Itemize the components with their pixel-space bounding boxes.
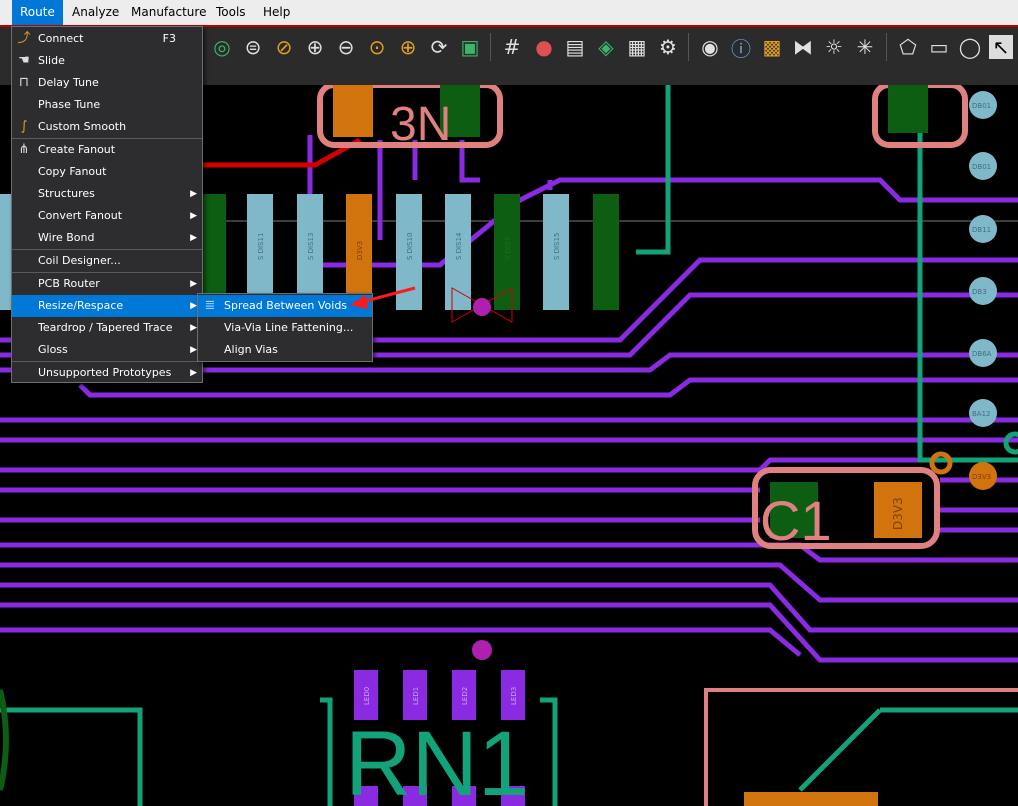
toolbar-separator: [886, 33, 887, 61]
zoom-out-icon[interactable]: ⊖: [334, 35, 358, 59]
refdes-rn1: RN1: [345, 713, 529, 806]
spread-voids-icon: ≣: [204, 298, 216, 313]
menu-item-connect[interactable]: ⤴ Connect F3: [12, 28, 202, 50]
spreadsheet-icon[interactable]: ▦: [625, 35, 649, 59]
component-c1[interactable]: C1 D3V3: [752, 467, 940, 552]
menu-item-coil-designer[interactable]: Coil Designer...: [12, 250, 202, 272]
submenu-item-spread-between-voids[interactable]: ≣ Spread Between Voids: [198, 295, 372, 317]
via-label: DB6A: [972, 350, 992, 358]
via-label: D3V3: [972, 473, 991, 481]
select-icon[interactable]: ↖: [989, 35, 1013, 59]
pad-label: S DIS13: [307, 233, 315, 260]
layers-stack-icon[interactable]: ◈: [594, 35, 618, 59]
via-label: DB01: [972, 163, 991, 171]
menu-item-phase-tune[interactable]: Phase Tune: [12, 94, 202, 116]
component-bottom-right[interactable]: [704, 688, 1018, 806]
submenu-arrow-icon: ▶: [190, 301, 197, 311]
redraw-icon[interactable]: ⟳: [427, 35, 451, 59]
menu-item-wire-bond[interactable]: Wire Bond ▶: [12, 227, 202, 249]
submenu-arrow-icon: ▶: [190, 323, 197, 333]
3d-view-icon[interactable]: ▩: [760, 35, 784, 59]
visibility-eye-icon[interactable]: ◉: [698, 35, 722, 59]
shadow-mode-icon[interactable]: ▤: [563, 35, 587, 59]
layer-bitmap-icon[interactable]: ▣: [458, 35, 482, 59]
via-label: DB01: [972, 102, 991, 110]
pad-label: LED0: [363, 687, 371, 705]
pad-label: S DIS10: [406, 233, 414, 260]
menu-tools[interactable]: Tools: [208, 0, 254, 25]
pad-label: S DIS7: [504, 237, 512, 260]
pad-label: LED1: [412, 687, 420, 705]
menu-help[interactable]: Help: [255, 0, 298, 25]
menu-item-delay-tune[interactable]: ⊓ Delay Tune: [12, 72, 202, 94]
zoom-area-icon[interactable]: ⊘: [272, 35, 296, 59]
submenu-arrow-icon: ▶: [190, 211, 197, 221]
property-info-icon[interactable]: ⓘ: [729, 35, 753, 61]
route-menu: ⤴ Connect F3 ☚ Slide ⊓ Delay Tune Phase …: [11, 26, 203, 383]
resize-respace-submenu: ≣ Spread Between Voids Via-Via Line Fatt…: [197, 293, 373, 362]
brightness-icon[interactable]: ☼: [822, 35, 846, 59]
menu-item-resize-respace[interactable]: Resize/Respace ▶: [12, 295, 202, 317]
settings-doc-icon[interactable]: ⚙: [656, 35, 680, 59]
submenu-arrow-icon: ▶: [190, 189, 197, 199]
submenu-item-align-vias[interactable]: Align Vias: [198, 339, 372, 361]
menu-item-copy-fanout[interactable]: Copy Fanout: [12, 161, 202, 183]
globe-icon[interactable]: ◎: [210, 35, 234, 59]
via-label: DB11: [972, 226, 991, 234]
menu-item-gloss[interactable]: Gloss ▶: [12, 339, 202, 361]
menu-item-teardrop[interactable]: Teardrop / Tapered Trace ▶: [12, 317, 202, 339]
menu-manufacture[interactable]: Manufacture: [123, 0, 214, 25]
pad-label: S DIS11: [257, 233, 265, 260]
custom-smooth-icon: ∫: [20, 119, 28, 134]
zoom-previous-icon[interactable]: ⊙: [365, 35, 389, 59]
menu-item-structures[interactable]: Structures ▶: [12, 183, 202, 205]
menu-analyze[interactable]: Analyze: [64, 0, 127, 25]
menu-item-convert-fanout[interactable]: Convert Fanout ▶: [12, 205, 202, 227]
submenu-arrow-icon: ▶: [190, 233, 197, 243]
submenu-arrow-icon: ▶: [190, 345, 197, 355]
via-column[interactable]: DB01 DB01 DB11 DB3 DB6A BA12 D3V3: [929, 91, 1018, 490]
submenu-arrow-icon: ▶: [190, 368, 197, 378]
fanout-icon: ⋔: [18, 142, 30, 157]
zoom-fit-icon[interactable]: ⊕: [396, 35, 420, 59]
pad-label: D3V3: [356, 241, 364, 260]
pad-label: LED3: [510, 687, 518, 705]
menu-bar: Route Analyze Manufacture Tools Help: [0, 0, 1018, 27]
slide-icon: ☚: [18, 53, 30, 68]
color-wheel-icon[interactable]: ●: [532, 35, 556, 59]
toolbar-separator: [688, 33, 689, 61]
left-arc: [0, 689, 9, 791]
submenu-arrow-icon: ▶: [190, 279, 197, 289]
grid-icon[interactable]: #: [500, 35, 524, 59]
refdes-c1: C1: [760, 489, 832, 552]
menu-item-pcb-router[interactable]: PCB Router ▶: [12, 273, 202, 295]
menu-item-custom-smooth[interactable]: ∫ Custom Smooth: [12, 116, 202, 138]
via-label: BA12: [972, 410, 991, 418]
toolbar-separator: [490, 33, 491, 61]
menu-item-slide[interactable]: ☚ Slide: [12, 50, 202, 72]
delay-tune-icon: ⊓: [18, 75, 30, 90]
add-circle-icon[interactable]: ◯: [958, 35, 982, 59]
zoom-selection-icon[interactable]: ⊜: [241, 35, 265, 59]
via-label: DB3: [972, 288, 987, 296]
pad-label: S DIS14: [455, 232, 463, 260]
pad-label: D3V3: [891, 497, 905, 530]
menu-item-create-fanout[interactable]: ⋔ Create Fanout: [12, 139, 202, 161]
menu-item-unsupported-prototypes[interactable]: Unsupported Prototypes ▶: [12, 362, 202, 384]
highlight-icon[interactable]: ✳: [853, 35, 877, 59]
zoom-in-icon[interactable]: ⊕: [303, 35, 327, 59]
pad-label: LED2: [461, 687, 469, 705]
pad-label: S DIS15: [553, 233, 561, 260]
component-rn1[interactable]: LED0 LED1 LED2 LED3 RN1: [345, 640, 529, 806]
connect-icon: ⤴: [17, 31, 31, 46]
menu-route[interactable]: Route: [12, 0, 63, 25]
refdes-3n: 3N: [390, 98, 451, 151]
flip-icon[interactable]: ⧓: [791, 35, 815, 59]
add-rect-icon[interactable]: ▭: [927, 35, 951, 59]
submenu-item-via-via-line-fattening[interactable]: Via-Via Line Fattening...: [198, 317, 372, 339]
add-shape-icon[interactable]: ⬠: [896, 35, 920, 59]
component-3n[interactable]: 3N: [317, 85, 503, 151]
